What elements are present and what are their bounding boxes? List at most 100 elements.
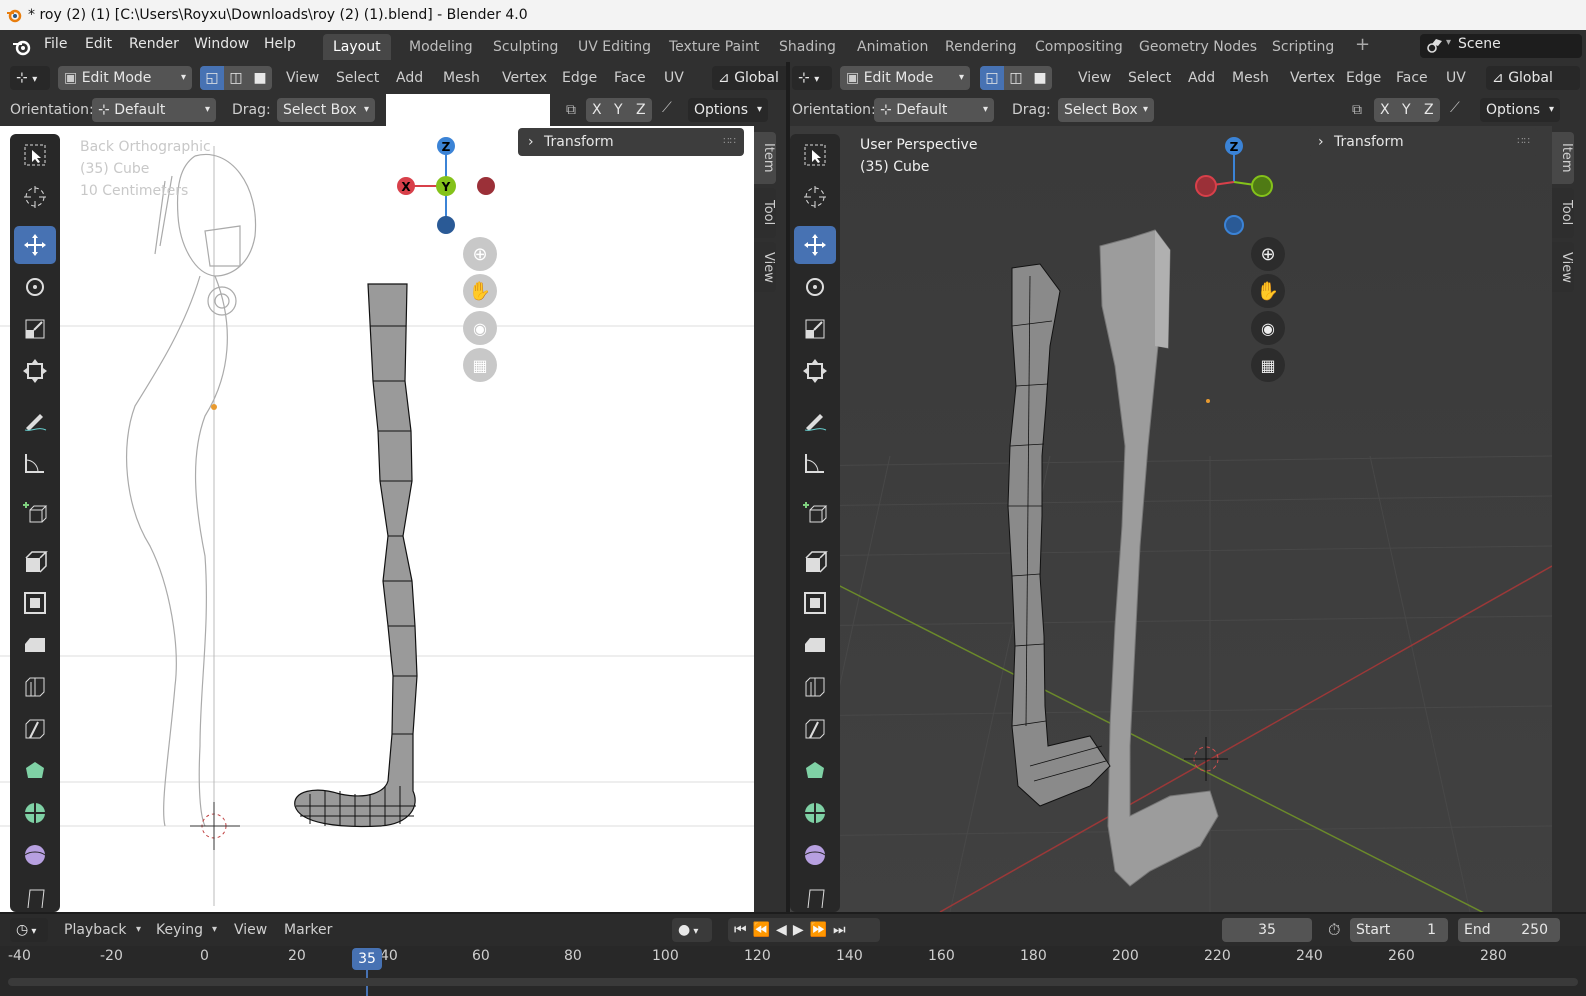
scene-selector[interactable]: ▾ Scene — [1420, 34, 1582, 58]
menu-view[interactable]: View — [234, 918, 267, 942]
menu-add[interactable]: Add — [396, 66, 423, 90]
poly-build-tool[interactable] — [794, 752, 836, 790]
tab-item[interactable]: Item — [754, 132, 776, 184]
current-frame-field[interactable]: 35 — [1222, 918, 1312, 942]
transform-tool[interactable] — [794, 352, 836, 390]
rotate-tool[interactable] — [14, 268, 56, 306]
start-frame-field[interactable]: Start 1 — [1350, 918, 1448, 942]
menu-playback[interactable]: Playback — [64, 918, 126, 942]
zoom-icon[interactable]: ⊕ — [1251, 237, 1285, 271]
transform-panel-header[interactable]: › Transform ∷∷ — [518, 128, 744, 156]
extrude-tool[interactable] — [794, 542, 836, 580]
vertex-select-icon[interactable]: ◱ — [200, 66, 224, 90]
tab-tool[interactable]: Tool — [1552, 188, 1574, 238]
knife-tool[interactable] — [794, 710, 836, 748]
annotate-tool[interactable] — [794, 402, 836, 440]
knife-tool[interactable] — [14, 710, 56, 748]
tab-layout[interactable]: Layout — [323, 34, 391, 60]
left-3d-viewport[interactable]: Back Orthographic (35) Cube 10 Centimete… — [0, 126, 754, 912]
drag-dropdown[interactable]: Select Box ▾ — [277, 98, 375, 122]
prev-keyframe-icon[interactable]: ⏪ — [753, 922, 776, 938]
loop-cut-tool[interactable] — [794, 668, 836, 706]
blender-menu-icon[interactable] — [12, 38, 32, 56]
menu-view[interactable]: View — [1078, 66, 1111, 90]
axis-x-toggle[interactable]: X — [592, 98, 602, 122]
menu-uv[interactable]: UV — [1446, 66, 1466, 90]
tab-modeling[interactable]: Modeling — [399, 34, 483, 60]
menu-render[interactable]: Render — [129, 36, 179, 52]
camera-icon[interactable]: ◉ — [463, 311, 497, 345]
select-box-tool[interactable] — [794, 136, 836, 174]
transform-panel-header[interactable]: › Transform ∷∷ — [1308, 128, 1538, 156]
tab-tool[interactable]: Tool — [754, 188, 776, 238]
menu-keying[interactable]: Keying — [156, 918, 203, 942]
menu-window[interactable]: Window — [194, 36, 249, 52]
edge-select-icon[interactable]: ◫ — [224, 66, 248, 90]
menu-edge[interactable]: Edge — [562, 66, 597, 90]
drag-handle-icon[interactable]: ∷∷ — [723, 128, 736, 156]
menu-marker[interactable]: Marker — [284, 918, 332, 942]
scale-tool[interactable] — [14, 310, 56, 348]
face-select-icon[interactable]: ■ — [1028, 66, 1052, 90]
grid-ortho-icon[interactable]: ▦ — [463, 348, 497, 382]
playhead-marker[interactable]: 35 — [352, 948, 382, 970]
next-keyframe-icon[interactable]: ⏩ — [810, 922, 833, 938]
tab-item[interactable]: Item — [1552, 132, 1574, 184]
menu-vertex[interactable]: Vertex — [1290, 66, 1335, 90]
topology-mirror-icon[interactable]: ⟋ — [1450, 100, 1460, 116]
extrude-tool[interactable] — [14, 542, 56, 580]
menu-file[interactable]: File — [44, 36, 67, 52]
tab-uv-editing[interactable]: UV Editing — [568, 34, 661, 60]
axis-z-toggle[interactable]: Z — [1424, 98, 1434, 122]
axis-x-toggle[interactable]: X — [1380, 98, 1390, 122]
tab-animation[interactable]: Animation — [847, 34, 938, 60]
drag-handle-icon[interactable]: ∷∷ — [1517, 128, 1530, 156]
tab-compositing[interactable]: Compositing — [1025, 34, 1133, 60]
axis-y-toggle[interactable]: Y — [614, 98, 623, 122]
face-select-icon[interactable]: ■ — [248, 66, 272, 90]
add-cube-tool[interactable] — [14, 494, 56, 532]
mirror-icon[interactable]: ⧉ — [1352, 102, 1362, 118]
measure-tool[interactable] — [14, 444, 56, 482]
edge-select-icon[interactable]: ◫ — [1004, 66, 1028, 90]
perspective-toggle-icon[interactable]: ▦ — [1251, 348, 1285, 382]
select-box-tool[interactable] — [14, 136, 56, 174]
transform-orientation-button[interactable]: ⊿ Global — [1486, 66, 1580, 90]
poly-build-tool[interactable] — [14, 752, 56, 790]
options-dropdown[interactable]: Options ▾ — [1480, 98, 1560, 122]
menu-edit[interactable]: Edit — [85, 36, 112, 52]
zoom-icon[interactable]: ⊕ — [463, 237, 497, 271]
mirror-icon[interactable]: ⧉ — [566, 102, 576, 118]
axis-z-toggle[interactable]: Z — [636, 98, 646, 122]
tab-view[interactable]: View — [1552, 242, 1574, 292]
jump-end-icon[interactable]: ⏭ — [833, 922, 852, 938]
drag-dropdown[interactable]: Select Box ▾ — [1058, 98, 1154, 122]
menu-add[interactable]: Add — [1188, 66, 1215, 90]
spin-tool[interactable] — [794, 794, 836, 832]
menu-view[interactable]: View — [286, 66, 319, 90]
tab-shading[interactable]: Shading — [769, 34, 846, 60]
menu-select[interactable]: Select — [1128, 66, 1171, 90]
tab-texture-paint[interactable]: Texture Paint — [659, 34, 769, 60]
axis-y-toggle[interactable]: Y — [1402, 98, 1411, 122]
transform-orientation-button[interactable]: ⊿ Global — [712, 66, 786, 90]
menu-edge[interactable]: Edge — [1346, 66, 1381, 90]
smooth-tool[interactable] — [14, 836, 56, 874]
tab-view[interactable]: View — [754, 242, 776, 292]
stopwatch-icon[interactable]: ⏱ — [1328, 920, 1340, 940]
cursor-tool[interactable] — [794, 178, 836, 216]
inset-tool[interactable] — [14, 584, 56, 622]
move-tool[interactable] — [794, 226, 836, 264]
menu-uv[interactable]: UV — [664, 66, 684, 90]
mode-selector[interactable]: ▣ Edit Mode ▾ — [840, 66, 970, 90]
tab-geometry-nodes[interactable]: Geometry Nodes — [1129, 34, 1267, 60]
smooth-tool[interactable] — [794, 836, 836, 874]
bevel-tool[interactable] — [794, 626, 836, 664]
tab-sculpting[interactable]: Sculpting — [483, 34, 568, 60]
editor-type-button[interactable]: ⊹ ▾ — [10, 66, 50, 90]
cursor-tool[interactable] — [14, 178, 56, 216]
right-3d-viewport[interactable]: User Perspective (35) Cube Z ⊕ ✋ ◉ ▦ › T… — [790, 126, 1552, 912]
annotate-tool[interactable] — [14, 402, 56, 440]
camera-icon[interactable]: ◉ — [1251, 311, 1285, 345]
play-reverse-icon[interactable]: ◀ — [776, 922, 793, 938]
